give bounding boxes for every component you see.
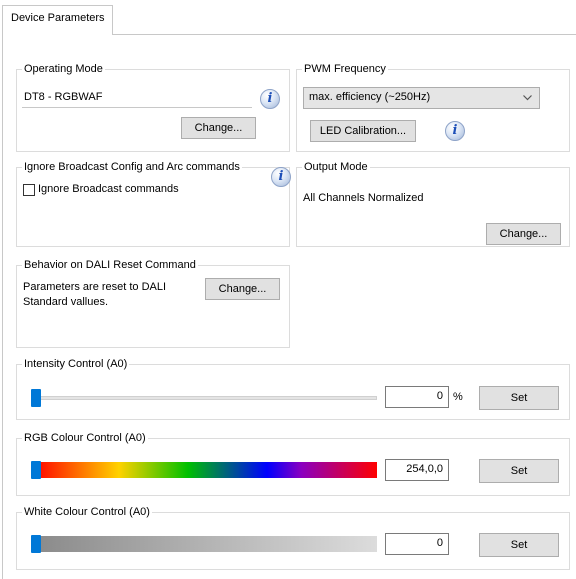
- white-colour-control-group: White Colour Control (A0) 0 Set: [16, 505, 570, 570]
- operating-mode-text: DT8 - RGBWAF: [24, 91, 103, 103]
- ignore-broadcast-checkbox[interactable]: [23, 184, 35, 196]
- reset-behavior-text-line1: Parameters are reset to DALI: [23, 281, 167, 293]
- output-mode-value: All Channels Normalized: [303, 192, 424, 204]
- rgb-colour-slider-thumb[interactable]: [31, 461, 41, 479]
- pwm-frequency-select[interactable]: max. efficiency (~250Hz): [303, 87, 540, 109]
- pwm-frequency-group: PWM Frequency max. efficiency (~250Hz) L…: [296, 62, 570, 152]
- pwm-frequency-selected: max. efficiency (~250Hz): [309, 91, 431, 103]
- info-icon[interactable]: i: [260, 89, 280, 109]
- pwm-frequency-legend: PWM Frequency: [302, 62, 388, 77]
- operating-mode-value: DT8 - RGBWAF: [22, 88, 252, 108]
- rgb-colour-gradient-slider[interactable]: [33, 462, 377, 478]
- reset-behavior-legend: Behavior on DALI Reset Command: [22, 258, 198, 273]
- intensity-slider-thumb[interactable]: [31, 389, 41, 407]
- output-mode-change-button[interactable]: Change...: [486, 223, 561, 245]
- rgb-colour-control-legend: RGB Colour Control (A0): [22, 431, 148, 446]
- reset-behavior-change-button[interactable]: Change...: [205, 278, 280, 300]
- intensity-set-button[interactable]: Set: [479, 386, 559, 410]
- rgb-colour-set-button[interactable]: Set: [479, 459, 559, 483]
- white-colour-value-input[interactable]: 0: [385, 533, 449, 555]
- intensity-value-input[interactable]: 0: [385, 386, 449, 408]
- operating-mode-group: Operating Mode DT8 - RGBWAF i Change...: [16, 62, 290, 152]
- rgb-colour-control-group: RGB Colour Control (A0) 254,0,0 Set: [16, 431, 570, 496]
- intensity-slider-track[interactable]: [33, 396, 377, 400]
- output-mode-group: Output Mode All Channels Normalized Chan…: [296, 160, 570, 247]
- ignore-broadcast-legend: Ignore Broadcast Config and Arc commands: [22, 160, 242, 175]
- ignore-broadcast-group: Ignore Broadcast Config and Arc commands…: [16, 160, 291, 247]
- white-colour-slider-thumb[interactable]: [31, 535, 41, 553]
- info-icon[interactable]: i: [271, 167, 291, 187]
- tab-label: Device Parameters: [11, 12, 105, 24]
- reset-behavior-text: Parameters are reset to DALI Standard va…: [23, 280, 166, 310]
- rgb-colour-value-input[interactable]: 254,0,0: [385, 459, 449, 481]
- white-colour-set-button[interactable]: Set: [479, 533, 559, 557]
- ignore-broadcast-checkbox-label[interactable]: Ignore Broadcast commands: [38, 183, 179, 195]
- operating-mode-legend: Operating Mode: [22, 62, 105, 77]
- output-mode-legend: Output Mode: [302, 160, 370, 175]
- tab-device-parameters[interactable]: Device Parameters: [2, 5, 113, 35]
- intensity-control-legend: Intensity Control (A0): [22, 357, 130, 372]
- operating-mode-change-button[interactable]: Change...: [181, 117, 256, 139]
- intensity-unit: %: [453, 391, 463, 403]
- chevron-down-icon: [523, 95, 532, 101]
- info-icon[interactable]: i: [445, 121, 465, 141]
- led-calibration-button[interactable]: LED Calibration...: [310, 120, 416, 142]
- white-colour-control-legend: White Colour Control (A0): [22, 505, 152, 520]
- reset-behavior-group: Behavior on DALI Reset Command Parameter…: [16, 258, 290, 348]
- intensity-control-group: Intensity Control (A0) 0 % Set: [16, 357, 570, 420]
- reset-behavior-text-line2: Standard vallues.: [23, 296, 108, 308]
- white-colour-gradient-slider[interactable]: [33, 536, 377, 552]
